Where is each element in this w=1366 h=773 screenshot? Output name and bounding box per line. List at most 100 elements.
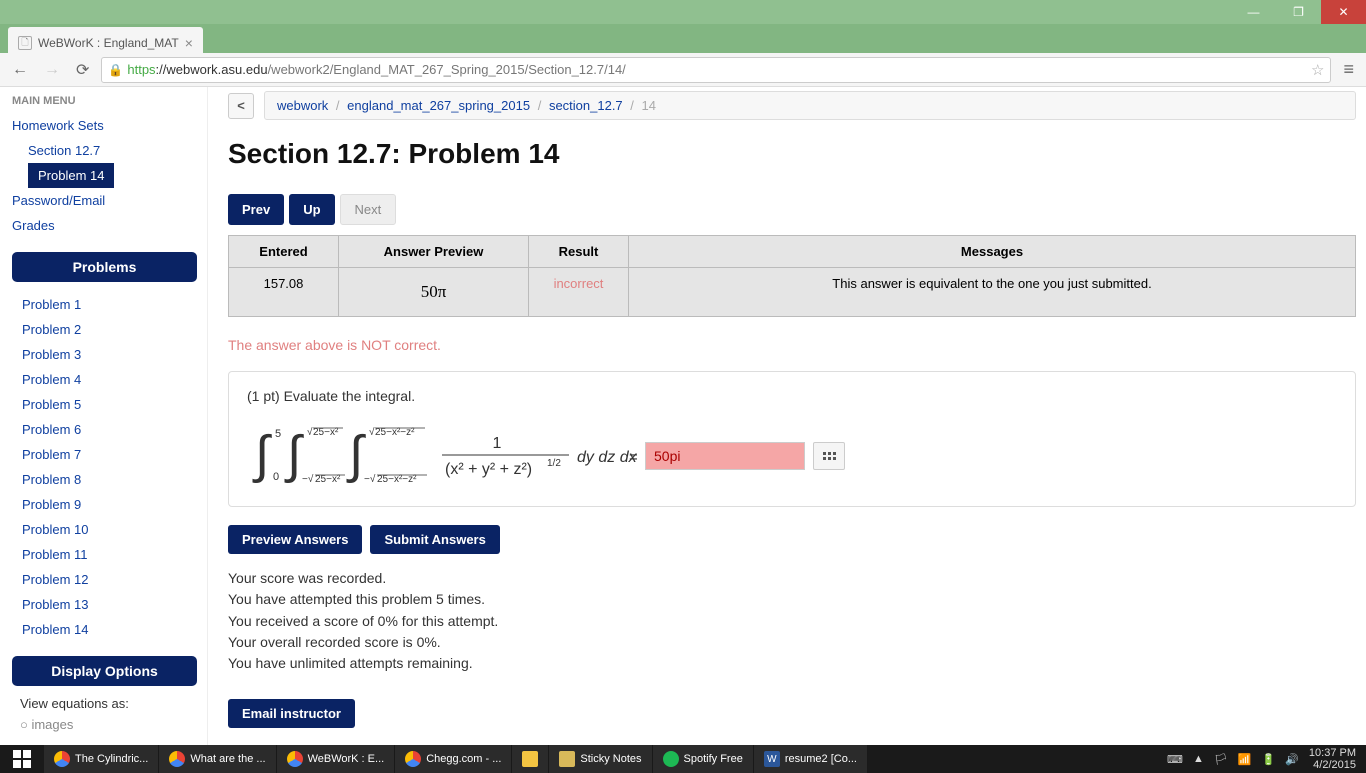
- battery-icon[interactable]: 🔋: [1262, 753, 1276, 766]
- svg-text:1/2: 1/2: [547, 458, 561, 469]
- sidebar-problems-header: Problems: [12, 252, 197, 282]
- td-entered: 157.08: [229, 268, 339, 317]
- sidebar-problem-item[interactable]: Problem 14: [22, 617, 197, 642]
- close-button[interactable]: ✕: [1321, 0, 1366, 24]
- network-icon[interactable]: 📶: [1238, 753, 1252, 766]
- taskbar-item-label: What are the ...: [190, 753, 265, 765]
- svg-text:25−x²: 25−x²: [313, 427, 339, 438]
- tab-title: WeBWorK : England_MAT: [38, 36, 179, 50]
- sidebar-problem-item[interactable]: Problem 11: [22, 542, 197, 567]
- sidebar-problem-item[interactable]: Problem 8: [22, 467, 197, 492]
- problem-prompt: (1 pt) Evaluate the integral.: [247, 388, 1337, 404]
- sidebar-problem-item[interactable]: Problem 7: [22, 442, 197, 467]
- sidebar-password-email[interactable]: Password/Email: [12, 188, 197, 213]
- browser-tab-active[interactable]: 🗋 WeBWorK : England_MAT ×: [8, 27, 203, 53]
- svg-text:−√: −√: [302, 473, 314, 485]
- svg-text:dy dz dx: dy dz dx: [577, 449, 637, 466]
- page-scroll-area[interactable]: MAIN MENU Homework Sets Section 12.7 Pro…: [0, 87, 1366, 745]
- clock-date: 4/2/2015: [1309, 759, 1356, 771]
- sidebar-problem-item[interactable]: Problem 10: [22, 517, 197, 542]
- prev-button[interactable]: Prev: [228, 194, 284, 225]
- browser-menu-icon[interactable]: ≡: [1339, 59, 1358, 80]
- svg-text:25−x²: 25−x²: [315, 474, 341, 485]
- sidebar-problem-item[interactable]: Problem 3: [22, 342, 197, 367]
- breadcrumb-link[interactable]: webwork: [277, 98, 328, 113]
- main-content: < webwork / england_mat_267_spring_2015 …: [207, 87, 1366, 745]
- score-line: Your score was recorded.: [228, 568, 1356, 588]
- th-result: Result: [529, 236, 629, 268]
- taskbar-item[interactable]: Chegg.com - ...: [395, 745, 512, 773]
- start-button[interactable]: [0, 745, 44, 773]
- th-entered: Entered: [229, 236, 339, 268]
- sidebar-section-link[interactable]: Section 12.7: [28, 138, 197, 163]
- breadcrumb: webwork / england_mat_267_spring_2015 / …: [264, 91, 1356, 120]
- taskbar-item[interactable]: Wresume2 [Co...: [754, 745, 868, 773]
- sidebar-problem-item[interactable]: Problem 12: [22, 567, 197, 592]
- taskbar-item[interactable]: Sticky Notes: [549, 745, 652, 773]
- keypad-button[interactable]: [813, 442, 845, 470]
- forward-button[interactable]: →: [40, 61, 64, 79]
- taskbar-item-label: resume2 [Co...: [785, 753, 857, 765]
- taskbar-item[interactable]: [512, 745, 549, 773]
- svg-text:∫: ∫: [346, 426, 366, 484]
- back-button[interactable]: ←: [8, 61, 32, 79]
- chrome-icon: [287, 751, 303, 767]
- taskbar-item-label: Sticky Notes: [580, 753, 641, 765]
- taskbar-item[interactable]: WeBWorK : E...: [277, 745, 396, 773]
- browser-toolbar: ← → ⟳ 🔒 https ://webwork.asu.edu /webwor…: [0, 53, 1366, 87]
- score-line: Your overall recorded score is 0%.: [228, 632, 1356, 652]
- sidebar-homework-sets[interactable]: Homework Sets: [12, 113, 197, 138]
- up-button[interactable]: Up: [289, 194, 334, 225]
- bookmark-star-icon[interactable]: ☆: [1311, 61, 1324, 79]
- url-scheme: https: [127, 62, 155, 77]
- tab-close-icon[interactable]: ×: [185, 35, 193, 51]
- score-line: You have unlimited attempts remaining.: [228, 653, 1356, 673]
- score-line: You received a score of 0% for this atte…: [228, 611, 1356, 631]
- window-titlebar: — ❐ ✕: [0, 0, 1366, 24]
- td-message: This answer is equivalent to the one you…: [629, 268, 1356, 317]
- preview-answers-button[interactable]: Preview Answers: [228, 525, 362, 554]
- taskbar-clock[interactable]: 10:37 PM 4/2/2015: [1309, 747, 1356, 771]
- breadcrumb-current: 14: [642, 98, 656, 113]
- email-instructor-button[interactable]: Email instructor: [228, 699, 355, 728]
- th-preview: Answer Preview: [339, 236, 529, 268]
- address-bar[interactable]: 🔒 https ://webwork.asu.edu /webwork2/Eng…: [101, 57, 1331, 83]
- breadcrumb-back-button[interactable]: <: [228, 93, 254, 119]
- minimize-button[interactable]: —: [1231, 0, 1276, 24]
- sidebar-problem-item[interactable]: Problem 2: [22, 317, 197, 342]
- sidebar-problem-item[interactable]: Problem 6: [22, 417, 197, 442]
- svg-text:=: =: [629, 449, 637, 466]
- sidebar-problem-item[interactable]: Problem 4: [22, 367, 197, 392]
- error-message: The answer above is NOT correct.: [228, 337, 1356, 353]
- sidebar-grades[interactable]: Grades: [12, 213, 197, 238]
- sidebar-problem-active[interactable]: Problem 14: [28, 163, 114, 188]
- clock-time: 10:37 PM: [1309, 747, 1356, 759]
- integral-expression: ∫ 5 0 ∫ √25−x² −√25−x² ∫ √25−x²−z²: [247, 422, 1337, 490]
- taskbar-item[interactable]: The Cylindric...: [44, 745, 159, 773]
- maximize-button[interactable]: ❐: [1276, 0, 1321, 24]
- sidebar-problem-item[interactable]: Problem 9: [22, 492, 197, 517]
- sidebar-problem-item[interactable]: Problem 13: [22, 592, 197, 617]
- taskbar-item[interactable]: Spotify Free: [653, 745, 754, 773]
- sidebar-display-option[interactable]: ○ images: [20, 717, 197, 732]
- breadcrumb-link[interactable]: section_12.7: [549, 98, 623, 113]
- sidebar: MAIN MENU Homework Sets Section 12.7 Pro…: [12, 87, 207, 745]
- volume-icon[interactable]: 🔊: [1285, 753, 1299, 766]
- flag-icon[interactable]: 🏳: [1214, 753, 1228, 766]
- td-preview: 50π: [339, 268, 529, 317]
- reload-button[interactable]: ⟳: [72, 60, 93, 80]
- keyboard-icon[interactable]: ⌨: [1167, 753, 1183, 766]
- sidebar-display-text: View equations as:: [20, 696, 197, 711]
- submit-answers-button[interactable]: Submit Answers: [370, 525, 499, 554]
- taskbar-item-label: Spotify Free: [684, 753, 743, 765]
- breadcrumb-link[interactable]: england_mat_267_spring_2015: [347, 98, 530, 113]
- sidebar-problem-item[interactable]: Problem 1: [22, 292, 197, 317]
- tray-up-icon[interactable]: ▲: [1193, 753, 1204, 765]
- chrome-icon: [169, 751, 185, 767]
- sidebar-problem-item[interactable]: Problem 5: [22, 392, 197, 417]
- taskbar-item[interactable]: What are the ...: [159, 745, 276, 773]
- svg-text:1: 1: [493, 435, 502, 452]
- system-tray[interactable]: ⌨ ▲ 🏳 📶 🔋 🔊 10:37 PM 4/2/2015: [1157, 747, 1366, 771]
- answer-input[interactable]: [645, 442, 805, 470]
- keypad-icon: [823, 452, 836, 460]
